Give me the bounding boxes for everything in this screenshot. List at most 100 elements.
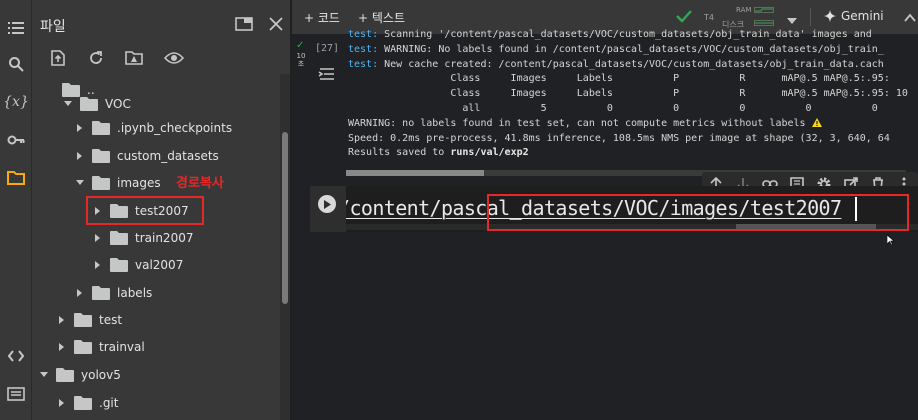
log-prefix: test:: [348, 43, 379, 55]
folder-icon: [110, 231, 128, 245]
eye-icon[interactable]: [162, 46, 186, 70]
file-panel-title: 파일: [40, 19, 66, 35]
output-line: Results saved to runs/val/exp2: [348, 146, 918, 160]
output-line: test: WARNING: No labels found in /conte…: [348, 43, 918, 58]
play-icon: [324, 199, 331, 209]
mouse-cursor-icon: [886, 230, 895, 249]
close-icon[interactable]: [264, 12, 288, 36]
toolbar-divider: [810, 8, 811, 26]
search-icon[interactable]: [4, 52, 28, 76]
log-text: WARNING: no labels found in test set, ca…: [348, 117, 812, 129]
tree-row-voc[interactable]: VOC: [62, 92, 131, 116]
upload-icon[interactable]: [46, 46, 70, 70]
folder-icon: [92, 286, 110, 300]
output-line: test: Scanning '/content/pascal_datasets…: [348, 28, 918, 43]
chevron-right-icon[interactable]: [74, 116, 86, 140]
run-success-icon: ✓: [296, 40, 305, 51]
output-line: all 5 0 0 0 0 0: [348, 102, 918, 117]
log-prefix: test:: [348, 58, 379, 70]
variables-icon[interactable]: {x}: [3, 90, 29, 114]
tree-row-labels[interactable]: labels: [74, 281, 152, 305]
output-line: test: New cache created: /content/pascal…: [348, 58, 918, 73]
tree-label: test: [99, 313, 123, 327]
activity-rail: {x}: [0, 0, 32, 420]
tree-row-train2007[interactable]: train2007: [92, 226, 193, 250]
output-line: Class Images Labels P R mAP@.5 mAP@.5:.9…: [348, 87, 918, 102]
sparkle-icon: [824, 10, 836, 22]
folder-icon: [110, 258, 128, 272]
log-text: New cache created: /content/pascal_datas…: [378, 58, 884, 70]
disk-meter: [754, 20, 774, 26]
tree-label: val2007: [135, 258, 184, 272]
terminal-icon[interactable]: [4, 382, 28, 406]
output-cell: ✓ [27] 10 초 test: Scanning '/content/pas…: [292, 29, 918, 176]
chevron-up-icon[interactable]: [904, 8, 916, 27]
folder-icon: [80, 97, 98, 111]
gpu-label: T4: [704, 13, 714, 22]
folder-icon: [74, 340, 92, 354]
log-text: Class Images Labels P R mAP@.5 mAP@.5:.9…: [348, 73, 890, 85]
tree-label: custom_datasets: [117, 149, 219, 163]
tree-row-images[interactable]: images: [74, 171, 161, 195]
highlight-box-path: [487, 194, 909, 231]
scrollbar-thumb[interactable]: [282, 132, 288, 304]
chevron-down-icon[interactable]: [74, 171, 86, 195]
tree-label: VOC: [105, 97, 131, 111]
chevron-down-icon[interactable]: [62, 92, 74, 116]
warning-icon: [811, 117, 822, 127]
execution-time: 10 초: [296, 52, 306, 68]
chevron-down-icon[interactable]: [38, 363, 50, 387]
tree-row-test[interactable]: test: [56, 308, 122, 332]
results-path: runs/val/exp2: [450, 147, 529, 159]
copy-path-annotation: 경로복사: [176, 176, 224, 191]
add-code-button[interactable]: + 코드: [304, 9, 340, 26]
tree-row-trainval[interactable]: trainval: [56, 335, 145, 359]
add-text-button[interactable]: + 텍스트: [358, 9, 405, 26]
tree-label: .git: [99, 396, 119, 410]
gemini-label: Gemini: [841, 9, 884, 23]
folder-icon: [92, 121, 110, 135]
connected-check-icon: [676, 8, 692, 27]
code-editor[interactable]: /content/pascal_datasets/VOC/images/test…: [346, 186, 918, 232]
tree-row-custom-datasets[interactable]: custom_datasets: [74, 144, 219, 168]
tree-label: yolov5: [81, 368, 121, 382]
scrollbar-thumb[interactable]: [346, 170, 484, 176]
output-text: test: Scanning '/content/pascal_datasets…: [348, 28, 918, 160]
tree-label: train2007: [135, 231, 194, 245]
folder-icon: [92, 176, 110, 190]
output-line: Speed: 0.2ms pre-process, 41.8ms inferen…: [348, 132, 918, 147]
tree-row-yolov5[interactable]: yolov5: [38, 363, 121, 387]
log-text: Speed: 0.2ms pre-process, 41.8ms inferen…: [348, 132, 890, 144]
chevron-right-icon[interactable]: [92, 253, 104, 277]
tree-label: .ipynb_checkpoints: [117, 121, 233, 135]
chevron-right-icon[interactable]: [56, 335, 68, 359]
key-icon[interactable]: [4, 128, 28, 152]
tree-row-val2007[interactable]: val2007: [92, 253, 183, 277]
open-in-tab-icon[interactable]: [232, 12, 256, 36]
gemini-button[interactable]: Gemini: [824, 9, 884, 23]
runtime-dropdown-icon[interactable]: [786, 10, 798, 29]
tree-label: images: [117, 176, 161, 190]
folder-icon: [74, 396, 92, 410]
refresh-icon[interactable]: [84, 46, 108, 70]
highlight-box-test2007: [86, 196, 204, 225]
file-panel-scrollbar[interactable]: [280, 74, 290, 420]
chevron-right-icon[interactable]: [56, 308, 68, 332]
chevron-right-icon[interactable]: [74, 281, 86, 305]
output-actions-icon[interactable]: [318, 66, 336, 85]
folder-icon[interactable]: [4, 166, 28, 190]
tree-row-ipynb-checkpoints[interactable]: .ipynb_checkpoints: [74, 116, 232, 140]
run-cell-button[interactable]: [318, 195, 336, 213]
execution-count: [27]: [315, 43, 340, 54]
code-snippets-icon[interactable]: [4, 344, 28, 368]
chevron-right-icon[interactable]: [92, 226, 104, 250]
log-text: Class Images Labels P R mAP@.5 mAP@.5:.9…: [348, 88, 908, 100]
code-cell: /content/pascal_datasets/VOC/images/test…: [310, 186, 918, 232]
chevron-right-icon[interactable]: [56, 391, 68, 415]
chevron-right-icon[interactable]: [74, 144, 86, 168]
drive-icon[interactable]: [122, 46, 146, 70]
toc-icon[interactable]: [4, 16, 28, 40]
log-text: all 5 0 0 0 0 0: [348, 102, 878, 114]
tree-label: labels: [117, 286, 153, 300]
tree-row-git[interactable]: .git: [56, 391, 118, 415]
